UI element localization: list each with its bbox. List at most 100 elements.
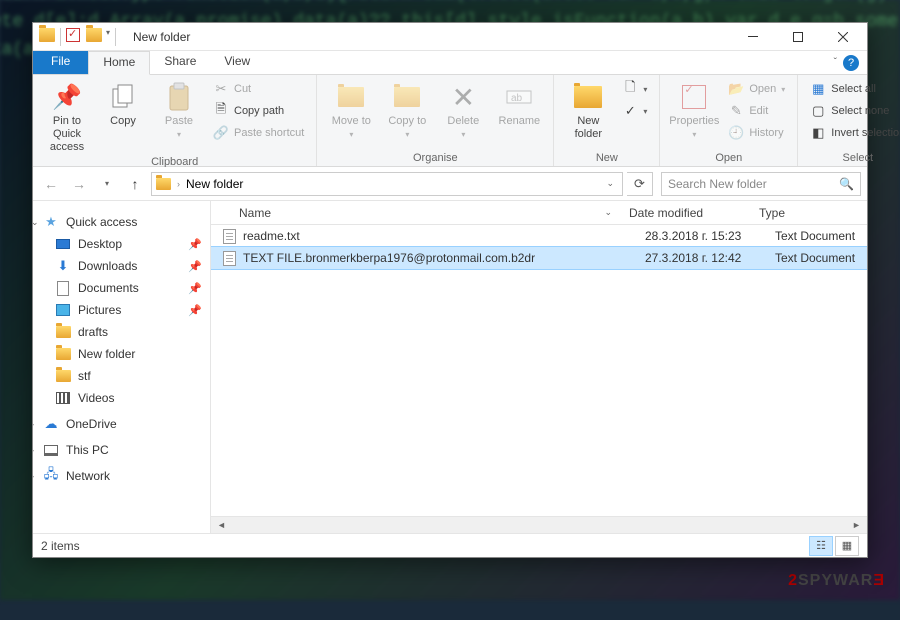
new-folder-button[interactable]: New folder — [562, 79, 614, 141]
tab-share[interactable]: Share — [150, 51, 210, 74]
sidebar-item-downloads[interactable]: ⬇Downloads📌 — [33, 255, 210, 277]
sidebar-network-label: Network — [66, 469, 110, 483]
rename-button[interactable]: ab Rename — [493, 79, 545, 128]
copy-to-button[interactable]: Copy to▾ — [381, 79, 433, 141]
scroll-right-icon[interactable]: ► — [848, 518, 865, 533]
address-bar-row: ← → ▾ ↑ › New folder ⌄ ⟳ Search New fold… — [33, 167, 867, 201]
sort-dropdown-icon[interactable]: ⌄ — [604, 207, 612, 218]
new-group-label: New — [562, 150, 651, 164]
file-type: Text Document — [767, 251, 867, 265]
sidebar-stf-label: stf — [78, 369, 91, 383]
column-type[interactable]: Type — [751, 206, 867, 220]
paste-shortcut-button[interactable]: 🔗Paste shortcut — [209, 123, 308, 143]
sidebar-pictures-label: Pictures — [78, 303, 121, 317]
sidebar-item-drafts[interactable]: drafts — [33, 321, 210, 343]
copy-path-button[interactable]: 🗎Copy path — [209, 101, 308, 121]
sidebar-item-stf[interactable]: stf — [33, 365, 210, 387]
close-button[interactable] — [820, 23, 865, 51]
back-button[interactable]: ← — [39, 172, 63, 196]
copy-icon — [107, 81, 139, 113]
history-button[interactable]: 🕘History — [724, 123, 789, 143]
folder-icon — [56, 348, 71, 360]
sidebar-newfolder-label: New folder — [78, 347, 135, 361]
qat: ▾ — [35, 28, 123, 46]
open-icon: 📂 — [728, 81, 744, 97]
new-item-button[interactable]: 🗋▾ — [618, 79, 651, 99]
cut-icon: ✂ — [213, 81, 229, 97]
address-dropdown-icon[interactable]: ⌄ — [602, 178, 618, 189]
select-all-button[interactable]: ▦Select all — [806, 79, 900, 99]
downloads-icon: ⬇ — [55, 258, 71, 274]
recent-locations-button[interactable]: ▾ — [95, 172, 119, 196]
sidebar-quick-access[interactable]: ⌄★Quick access — [33, 211, 210, 233]
search-icon[interactable]: 🔍 — [839, 177, 854, 191]
sidebar-item-pictures[interactable]: Pictures📌 — [33, 299, 210, 321]
qat-sep — [60, 28, 61, 46]
horizontal-scrollbar[interactable]: ◄ ► — [211, 516, 867, 533]
easy-access-button[interactable]: ✓▾ — [618, 101, 651, 121]
tab-view[interactable]: View — [210, 51, 264, 74]
scroll-track[interactable] — [230, 518, 848, 533]
folder-icon — [56, 370, 71, 382]
address-bar[interactable]: › New folder ⌄ — [151, 172, 623, 196]
sidebar-thispc[interactable]: ›This PC — [33, 439, 210, 461]
sidebar-onedrive-label: OneDrive — [66, 417, 117, 431]
pc-icon — [44, 445, 58, 456]
videos-icon — [56, 392, 70, 404]
details-view-button[interactable]: ☷ — [809, 536, 833, 556]
minimize-button[interactable] — [730, 23, 775, 51]
file-row[interactable]: readme.txt 28.3.2018 г. 15:23 Text Docum… — [211, 225, 867, 247]
file-name: readme.txt — [243, 229, 637, 243]
pin-to-quick-access-button[interactable]: 📌 Pin to Quick access — [41, 79, 93, 154]
new-folder-label: New folder — [562, 115, 614, 141]
tab-home[interactable]: Home — [88, 51, 150, 75]
move-to-button[interactable]: Move to▾ — [325, 79, 377, 141]
ribbon-collapse-icon[interactable]: ˇ — [834, 57, 837, 68]
open-button[interactable]: 📂Open▾ — [724, 79, 789, 99]
ribbon-group-organise: Move to▾ Copy to▾ ✕ Delete▾ ab Rename O — [317, 75, 554, 166]
text-file-icon — [223, 229, 236, 244]
large-icons-view-button[interactable]: ▦ — [835, 536, 859, 556]
sidebar-item-desktop[interactable]: Desktop📌 — [33, 233, 210, 255]
window-controls — [730, 23, 865, 51]
paste-dropdown-icon: ▾ — [177, 128, 181, 141]
tab-file[interactable]: File — [33, 51, 88, 74]
breadcrumb[interactable]: New folder — [186, 177, 243, 191]
edit-button[interactable]: ✎Edit — [724, 101, 789, 121]
column-date[interactable]: Date modified — [621, 206, 751, 220]
copy-button[interactable]: Copy — [97, 79, 149, 128]
qat-properties-icon[interactable] — [66, 28, 80, 42]
sidebar-onedrive[interactable]: ›☁OneDrive — [33, 413, 210, 435]
qat-customize-icon[interactable]: ▾ — [106, 28, 110, 46]
file-row[interactable]: TEXT FILE.bronmerkberpa1976@protonmail.c… — [211, 247, 867, 269]
qat-newfolder-icon[interactable] — [86, 28, 102, 42]
sidebar-item-newfolder[interactable]: New folder — [33, 343, 210, 365]
window-title: New folder — [133, 30, 190, 44]
open-group-label: Open — [668, 150, 789, 164]
search-input[interactable]: Search New folder 🔍 — [661, 172, 861, 196]
column-name[interactable]: Name⌄ — [211, 206, 621, 220]
select-all-icon: ▦ — [810, 81, 826, 97]
ribbon-group-clipboard: 📌 Pin to Quick access Copy Paste ▾ — [33, 75, 317, 166]
select-none-button[interactable]: ▢Select none — [806, 101, 900, 121]
invert-selection-button[interactable]: ◧Invert selection — [806, 123, 900, 143]
paste-button[interactable]: Paste ▾ — [153, 79, 205, 141]
sidebar-network[interactable]: ›🖧Network — [33, 465, 210, 487]
maximize-button[interactable] — [775, 23, 820, 51]
cut-button[interactable]: ✂Cut — [209, 79, 308, 99]
sidebar-item-videos[interactable]: Videos — [33, 387, 210, 409]
scroll-left-icon[interactable]: ◄ — [213, 518, 230, 533]
crumb-sep-icon[interactable]: › — [177, 179, 180, 189]
file-date: 27.3.2018 г. 12:42 — [637, 251, 767, 265]
properties-label: Properties — [669, 115, 719, 128]
up-button[interactable]: ↑ — [123, 172, 147, 196]
select-none-label: Select none — [831, 105, 889, 117]
svg-text:ab: ab — [511, 93, 523, 104]
forward-button[interactable]: → — [67, 172, 91, 196]
delete-button[interactable]: ✕ Delete▾ — [437, 79, 489, 141]
help-icon[interactable]: ? — [843, 55, 859, 71]
properties-button[interactable]: Properties▾ — [668, 79, 720, 141]
refresh-button[interactable]: ⟳ — [627, 172, 653, 196]
sidebar-item-documents[interactable]: Documents📌 — [33, 277, 210, 299]
ribbon-group-select: ▦Select all ▢Select none ◧Invert selecti… — [798, 75, 900, 166]
